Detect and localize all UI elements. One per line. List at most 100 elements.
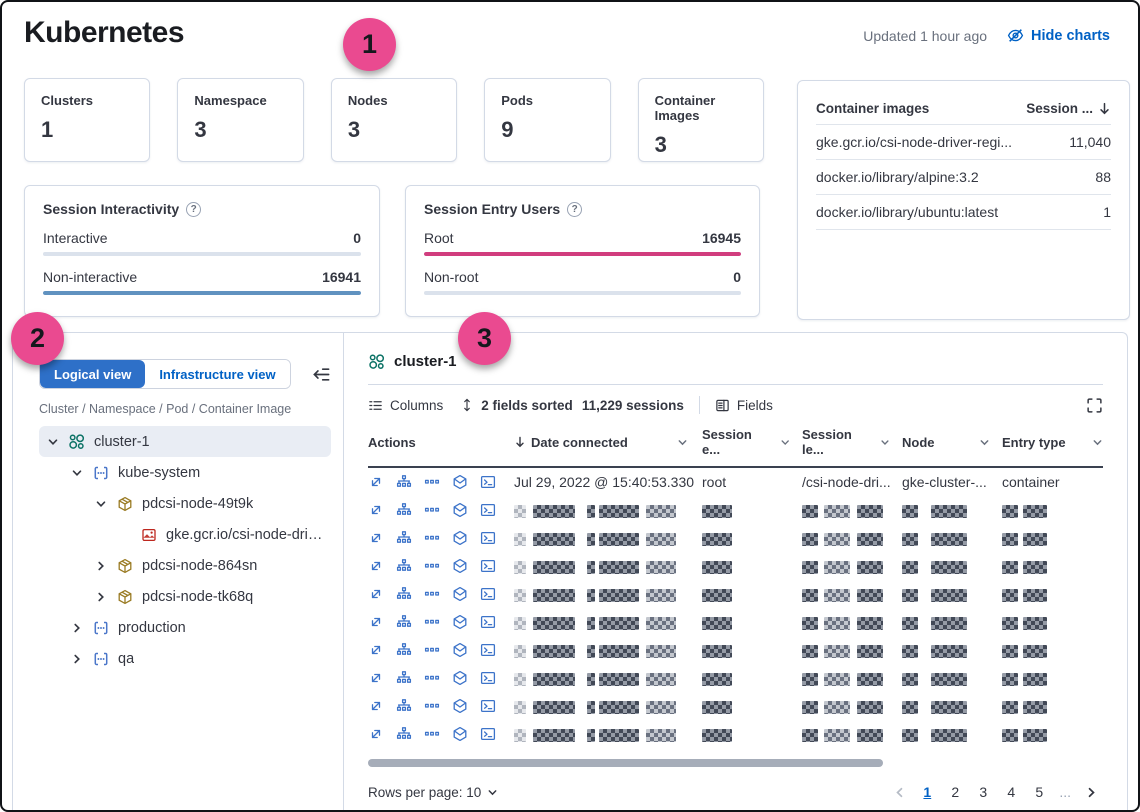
terminal-icon[interactable] [480,726,496,742]
container-image-row[interactable]: docker.io/library/alpine:3.2 88 [816,160,1111,195]
more-actions-icon[interactable] [424,502,440,518]
fullscreen-button[interactable] [1086,397,1103,414]
terminal-icon[interactable] [480,670,496,686]
tree-item-pdcsi-node-tk68q[interactable]: pdcsi-node-tk68q [39,581,331,612]
chevron-down-icon[interactable] [880,437,890,448]
horizontal-scrollbar[interactable] [368,759,883,767]
chevron-down-icon[interactable] [1092,437,1103,448]
terminal-icon[interactable] [480,586,496,602]
container-image-row[interactable]: gke.gcr.io/csi-node-driver-regi... 11,04… [816,125,1111,160]
expand-icon[interactable] [368,698,384,714]
tree-item-pdcsi-node-49t9k[interactable]: pdcsi-node-49t9k [39,488,331,519]
tree-expander[interactable] [95,498,107,510]
tree-item-kube-system[interactable]: kube-system [39,457,331,488]
hide-charts-button[interactable]: Hide charts [1007,27,1110,44]
more-actions-icon[interactable] [424,530,440,546]
page-3-button[interactable]: 3 [971,780,995,804]
tree-expander[interactable] [95,591,107,603]
terminal-icon[interactable] [480,530,496,546]
process-tree-icon[interactable] [396,614,412,630]
help-icon[interactable] [567,202,582,217]
chevron-down-icon[interactable] [979,437,990,448]
session-row-redacted[interactable] [368,524,1103,552]
tree-expander[interactable] [95,560,107,572]
more-actions-icon[interactable] [424,698,440,714]
session-row[interactable]: Jul 29, 2022 @ 15:40:53.330 root /csi-no… [368,468,1103,496]
expand-icon[interactable] [368,586,384,602]
terminal-icon[interactable] [480,642,496,658]
terminal-icon[interactable] [480,558,496,574]
tree-expander[interactable] [47,436,59,448]
process-tree-icon[interactable] [396,530,412,546]
terminal-icon[interactable] [480,474,496,490]
tree-item-qa[interactable]: qa [39,643,331,674]
terminal-icon[interactable] [480,698,496,714]
column-header-node[interactable]: Node [902,435,1002,450]
alerts-icon[interactable] [452,670,468,686]
session-count-sort[interactable]: Session ... [1026,101,1111,116]
collapse-tree-button[interactable] [312,365,331,384]
session-row-redacted[interactable] [368,580,1103,608]
more-actions-icon[interactable] [424,726,440,742]
tree-item-pdcsi-node-864sn[interactable]: pdcsi-node-864sn [39,550,331,581]
page-1-button[interactable]: 1 [915,780,939,804]
session-row-redacted[interactable] [368,552,1103,580]
fields-button[interactable]: Fields [715,398,773,413]
process-tree-icon[interactable] [396,726,412,742]
more-actions-icon[interactable] [424,474,440,490]
rows-per-page-button[interactable]: Rows per page: 10 [368,785,498,800]
columns-button[interactable]: Columns [368,398,443,413]
more-actions-icon[interactable] [424,614,440,630]
alerts-icon[interactable] [452,698,468,714]
chevron-down-icon[interactable] [677,437,688,448]
more-actions-icon[interactable] [424,558,440,574]
column-header-entry-type[interactable]: Entry type [1002,435,1103,450]
help-icon[interactable] [186,202,201,217]
page-4-button[interactable]: 4 [999,780,1023,804]
session-row-redacted[interactable] [368,720,1103,748]
previous-page-button[interactable] [887,780,911,804]
tree-expander[interactable] [71,467,83,479]
container-image-row[interactable]: docker.io/library/ubuntu:latest 1 [816,195,1111,230]
tree-expander[interactable] [71,653,83,665]
column-header-session-leader[interactable]: Session le... [802,427,902,457]
column-header-session-entry[interactable]: Session e... [702,427,802,457]
page-5-button[interactable]: 5 [1027,780,1051,804]
more-actions-icon[interactable] [424,670,440,686]
process-tree-icon[interactable] [396,502,412,518]
sort-fields-button[interactable]: 2 fields sorted [460,398,573,413]
alerts-icon[interactable] [452,474,468,490]
expand-icon[interactable] [368,726,384,742]
expand-icon[interactable] [368,614,384,630]
session-row-redacted[interactable] [368,664,1103,692]
tree-expander[interactable] [71,622,83,634]
alerts-icon[interactable] [452,530,468,546]
more-actions-icon[interactable] [424,586,440,602]
next-page-button[interactable] [1079,780,1103,804]
alerts-icon[interactable] [452,642,468,658]
more-actions-icon[interactable] [424,642,440,658]
expand-icon[interactable] [368,530,384,546]
session-row-redacted[interactable] [368,496,1103,524]
process-tree-icon[interactable] [396,558,412,574]
expand-icon[interactable] [368,642,384,658]
terminal-icon[interactable] [480,502,496,518]
alerts-icon[interactable] [452,614,468,630]
process-tree-icon[interactable] [396,474,412,490]
alerts-icon[interactable] [452,558,468,574]
session-row-redacted[interactable] [368,636,1103,664]
expand-icon[interactable] [368,474,384,490]
terminal-icon[interactable] [480,614,496,630]
expand-icon[interactable] [368,558,384,574]
process-tree-icon[interactable] [396,698,412,714]
expand-icon[interactable] [368,670,384,686]
logical-view-button[interactable]: Logical view [40,360,145,388]
infrastructure-view-button[interactable]: Infrastructure view [145,360,289,388]
tree-item-production[interactable]: production [39,612,331,643]
process-tree-icon[interactable] [396,670,412,686]
tree-item-cluster-1[interactable]: cluster-1 [39,426,331,457]
expand-icon[interactable] [368,502,384,518]
page-2-button[interactable]: 2 [943,780,967,804]
session-row-redacted[interactable] [368,608,1103,636]
process-tree-icon[interactable] [396,586,412,602]
